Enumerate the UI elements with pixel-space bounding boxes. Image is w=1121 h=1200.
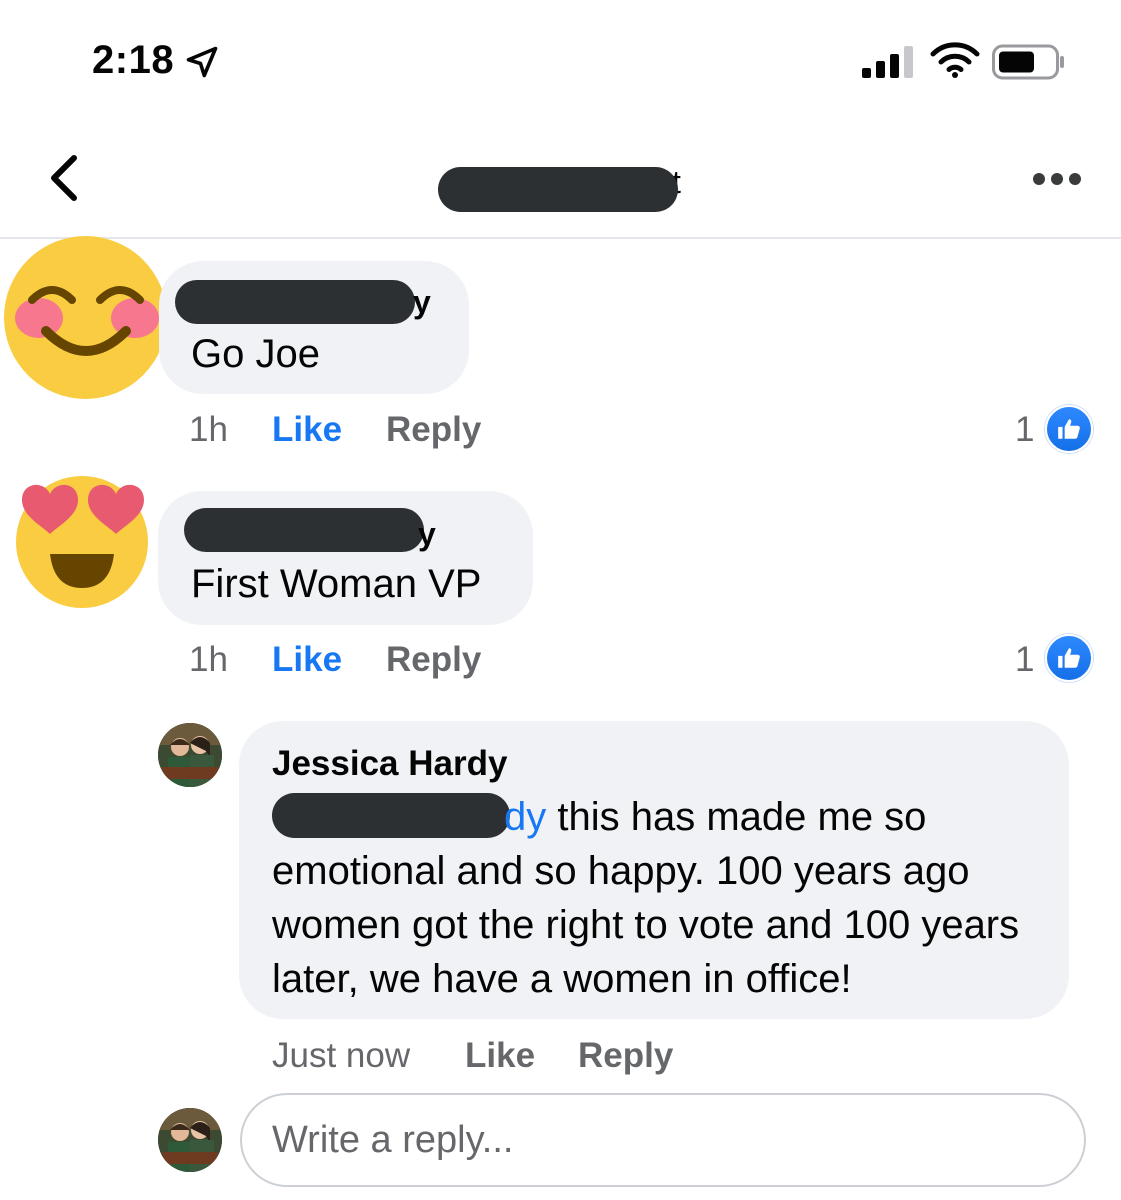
thumbs-up-icon[interactable]	[1045, 634, 1093, 682]
reply-button[interactable]: Reply	[578, 1036, 673, 1076]
composer-avatar	[158, 1108, 222, 1172]
reply-time: Just now	[272, 1036, 411, 1075]
like-button[interactable]: Like	[465, 1036, 535, 1076]
like-count: 1	[1015, 640, 1035, 679]
like-count: 1	[1015, 410, 1035, 449]
reply-composer[interactable]	[240, 1093, 1086, 1187]
heart-eyes-emoji-icon[interactable]	[14, 470, 150, 610]
like-button[interactable]: Like	[272, 410, 342, 450]
commenter-name-tail: y	[418, 516, 436, 552]
redacted-title	[438, 167, 678, 212]
back-chevron-icon[interactable]	[44, 152, 84, 204]
avatar[interactable]	[158, 723, 222, 787]
status-time: 2:18	[92, 38, 175, 82]
smiling-face-emoji-icon[interactable]	[4, 236, 167, 399]
header-divider	[0, 237, 1121, 239]
comment-text: First Woman VP	[191, 562, 482, 606]
redacted-name	[184, 508, 424, 552]
comment-text: Go Joe	[191, 332, 320, 376]
comment: y Go Joe 1h Like Reply 1	[0, 236, 1121, 460]
comment: y First Woman VP 1h Like Reply 1	[0, 470, 1121, 690]
like-button[interactable]: Like	[272, 640, 342, 680]
redacted-name	[175, 280, 415, 324]
wifi-icon	[930, 42, 980, 78]
reply-text: dy this has made me so emotional and so …	[272, 790, 1062, 1006]
reply-button[interactable]: Reply	[386, 640, 481, 680]
battery-icon	[992, 44, 1064, 80]
reply-button[interactable]: Reply	[386, 410, 481, 450]
reply-input[interactable]	[272, 1119, 1052, 1162]
reply-author-name[interactable]: Jessica Hardy	[272, 744, 507, 784]
commenter-name-tail: y	[413, 284, 431, 320]
mention-link[interactable]: dy	[504, 795, 546, 839]
redacted-mention	[272, 793, 510, 838]
location-arrow-icon	[186, 46, 218, 78]
thumbs-up-icon[interactable]	[1045, 405, 1093, 453]
more-options-icon[interactable]	[1032, 170, 1082, 188]
signal-bars-icon	[862, 46, 913, 78]
comment-time: 1h	[189, 640, 228, 679]
comment-time: 1h	[189, 410, 228, 449]
